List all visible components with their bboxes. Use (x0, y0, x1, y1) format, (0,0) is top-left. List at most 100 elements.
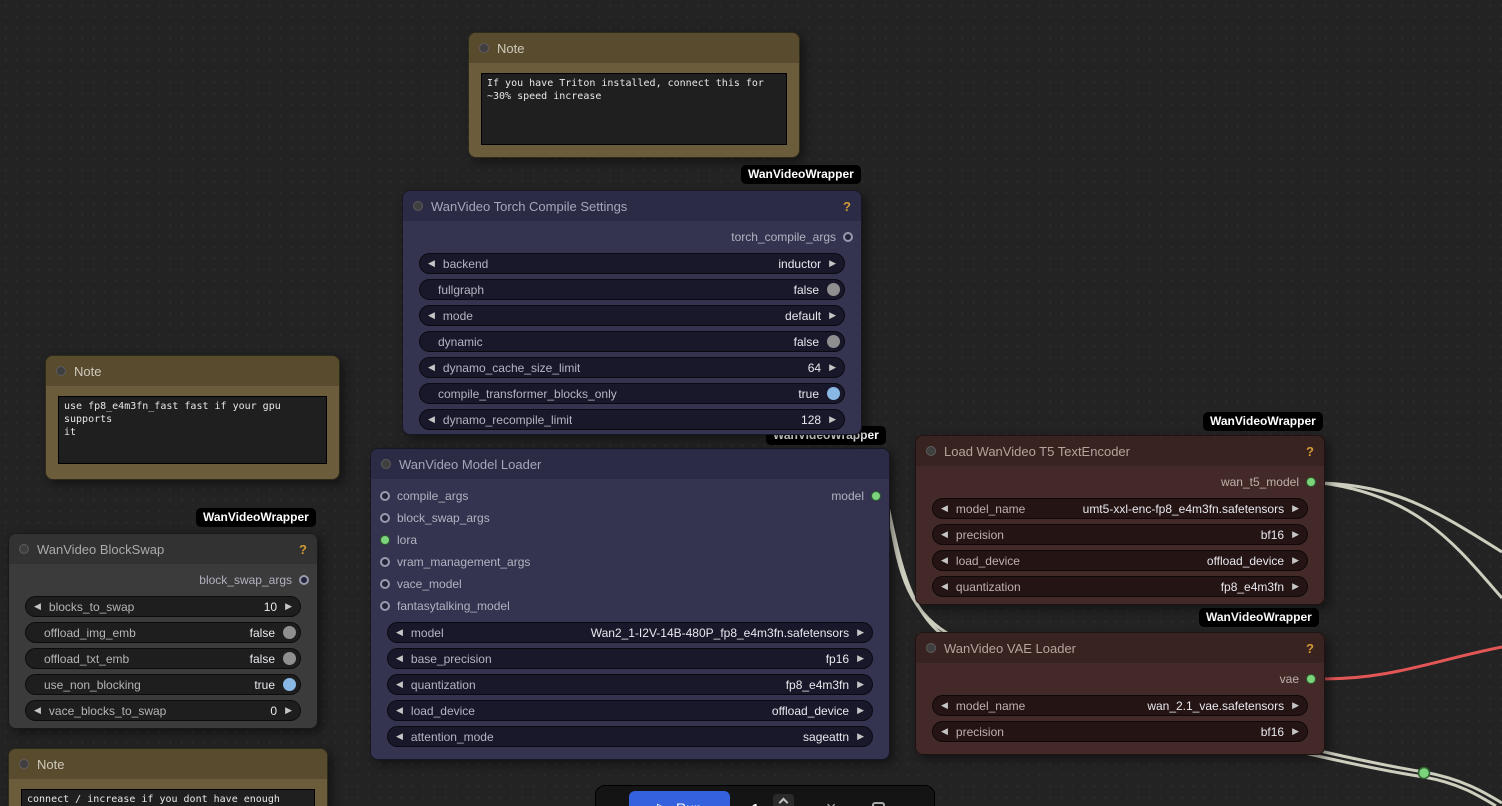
widget-vace_blocks_to_swap[interactable]: ◀ vace_blocks_to_swap 0 ▶ (25, 700, 301, 721)
collapse-dot-icon[interactable] (19, 544, 29, 554)
increment-arrow-icon[interactable]: ▶ (1292, 556, 1299, 565)
input-slot-vace_model[interactable]: vace_model (371, 573, 889, 595)
decrement-arrow-icon[interactable]: ◀ (396, 680, 403, 689)
widget-quantization[interactable]: ◀ quantization fp8_e4m3fn ▶ (387, 674, 873, 695)
toggle-dot[interactable] (283, 652, 296, 665)
close-icon[interactable]: × (826, 799, 837, 806)
node-header[interactable]: WanVideo Model Loader (371, 449, 889, 479)
output-slot-vae[interactable]: vae (916, 668, 1324, 690)
input-slot-lora[interactable]: lora (371, 529, 889, 551)
collapse-dot-icon[interactable] (413, 201, 423, 211)
widget-dynamo_recompile_limit[interactable]: ◀ dynamo_recompile_limit 128 ▶ (419, 409, 845, 430)
node-blockswap[interactable]: WanVideo BlockSwap ? block_swap_args ◀ bl… (8, 533, 318, 729)
collapse-dot-icon[interactable] (926, 446, 936, 456)
slot-dot[interactable] (380, 535, 390, 545)
node-model-loader[interactable]: WanVideo Model Loader compile_args block_… (370, 448, 890, 760)
decrement-arrow-icon[interactable]: ◀ (428, 259, 435, 268)
widget-quantization[interactable]: ◀ quantization fp8_e4m3fn ▶ (932, 576, 1308, 597)
widget-dynamo_cache_size_limit[interactable]: ◀ dynamo_cache_size_limit 64 ▶ (419, 357, 845, 378)
widget-use_non_blocking[interactable]: use_non_blocking true (25, 674, 301, 695)
decrement-arrow-icon[interactable]: ◀ (428, 311, 435, 320)
note-node-triton[interactable]: Note If you have Triton installed, conne… (468, 32, 800, 158)
slot-dot[interactable] (380, 601, 390, 611)
increment-arrow-icon[interactable]: ▶ (1292, 582, 1299, 591)
note-node-gpu[interactable]: Note use fp8_e4m3fn_fast fast if your gp… (45, 355, 340, 480)
node-t5-textencoder[interactable]: Load WanVideo T5 TextEncoder ? wan_t5_mo… (915, 435, 1325, 605)
decrement-arrow-icon[interactable]: ◀ (941, 727, 948, 736)
slot-dot[interactable] (871, 491, 881, 501)
node-graph-canvas[interactable]: WanVideoWrapper WanVideoWrapper WanVideo… (0, 0, 1502, 806)
widget-mode[interactable]: ◀ mode default ▶ (419, 305, 845, 326)
widget-backend[interactable]: ◀ backend inductor ▶ (419, 253, 845, 274)
widget-precision[interactable]: ◀ precision bf16 ▶ (932, 721, 1308, 742)
decrement-arrow-icon[interactable]: ◀ (941, 556, 948, 565)
widget-compile_transformer_blocks_only[interactable]: compile_transformer_blocks_only true (419, 383, 845, 404)
decrement-arrow-icon[interactable]: ◀ (34, 602, 41, 611)
decrement-arrow-icon[interactable]: ◀ (428, 363, 435, 372)
node-header[interactable]: WanVideo Torch Compile Settings ? (403, 191, 861, 221)
queue-count[interactable]: 1 (752, 801, 759, 806)
increment-arrow-icon[interactable]: ▶ (829, 415, 836, 424)
decrement-arrow-icon[interactable]: ◀ (396, 628, 403, 637)
widget-model_name[interactable]: ◀ model_name wan_2.1_vae.safetensors ▶ (932, 695, 1308, 716)
node-header[interactable]: WanVideo BlockSwap ? (9, 534, 317, 564)
decrement-arrow-icon[interactable]: ◀ (396, 706, 403, 715)
output-slot-model[interactable]: model (371, 485, 889, 507)
collapse-dot-icon[interactable] (479, 43, 489, 53)
output-slot-wan_t5_model[interactable]: wan_t5_model (916, 471, 1324, 493)
toggle-dot[interactable] (283, 678, 296, 691)
slot-dot[interactable] (1306, 477, 1316, 487)
slot-dot[interactable] (843, 232, 853, 242)
decrement-arrow-icon[interactable]: ◀ (34, 706, 41, 715)
help-icon[interactable]: ? (299, 542, 307, 557)
decrement-arrow-icon[interactable]: ◀ (941, 530, 948, 539)
widget-model_name[interactable]: ◀ model_name umt5-xxl-enc-fp8_e4m3fn.safet… (932, 498, 1308, 519)
increment-arrow-icon[interactable]: ▶ (857, 680, 864, 689)
collapse-dot-icon[interactable] (926, 643, 936, 653)
widget-offload_img_emb[interactable]: offload_img_emb false (25, 622, 301, 643)
help-icon[interactable]: ? (1306, 641, 1314, 656)
increment-arrow-icon[interactable]: ▶ (829, 311, 836, 320)
note-header[interactable]: Note (9, 749, 327, 779)
increment-arrow-icon[interactable]: ▶ (829, 363, 836, 372)
increment-arrow-icon[interactable]: ▶ (857, 732, 864, 741)
widget-load_device[interactable]: ◀ load_device offload_device ▶ (387, 700, 873, 721)
increment-arrow-icon[interactable]: ▶ (1292, 727, 1299, 736)
node-header[interactable]: WanVideo VAE Loader ? (916, 633, 1324, 663)
input-slot-vram_management_args[interactable]: vram_management_args (371, 551, 889, 573)
output-slot-torch_compile_args[interactable]: torch_compile_args (403, 226, 861, 248)
toggle-dot[interactable] (827, 387, 840, 400)
decrement-arrow-icon[interactable]: ◀ (396, 732, 403, 741)
slot-dot[interactable] (380, 579, 390, 589)
toggle-dot[interactable] (827, 335, 840, 348)
slot-dot[interactable] (299, 575, 309, 585)
output-slot-block_swap_args[interactable]: block_swap_args (9, 569, 317, 591)
decrement-arrow-icon[interactable]: ◀ (941, 701, 948, 710)
input-slot-block_swap_args[interactable]: block_swap_args (371, 507, 889, 529)
slot-dot[interactable] (380, 557, 390, 567)
increment-arrow-icon[interactable]: ▶ (285, 602, 292, 611)
toggle-dot[interactable] (283, 626, 296, 639)
collapse-dot-icon[interactable] (19, 759, 29, 769)
collapse-dot-icon[interactable] (381, 459, 391, 469)
run-toolbar[interactable]: ▷ Run 1 × (595, 785, 935, 806)
input-slot-fantasytalking_model[interactable]: fantasytalking_model (371, 595, 889, 617)
reroute-dot[interactable] (1417, 766, 1431, 780)
widget-fullgraph[interactable]: fullgraph false (419, 279, 845, 300)
decrement-arrow-icon[interactable]: ◀ (428, 415, 435, 424)
node-header[interactable]: Load WanVideo T5 TextEncoder ? (916, 436, 1324, 466)
queue-stepper[interactable] (772, 793, 794, 806)
widget-blocks_to_swap[interactable]: ◀ blocks_to_swap 10 ▶ (25, 596, 301, 617)
note-node-vram[interactable]: Note connect / increase if you dont have… (8, 748, 328, 806)
decrement-arrow-icon[interactable]: ◀ (941, 504, 948, 513)
widget-offload_txt_emb[interactable]: offload_txt_emb false (25, 648, 301, 669)
increment-arrow-icon[interactable]: ▶ (857, 628, 864, 637)
increment-arrow-icon[interactable]: ▶ (857, 654, 864, 663)
widget-load_device[interactable]: ◀ load_device offload_device ▶ (932, 550, 1308, 571)
chevron-up-icon[interactable] (778, 797, 789, 806)
increment-arrow-icon[interactable]: ▶ (285, 706, 292, 715)
widget-precision[interactable]: ◀ precision bf16 ▶ (932, 524, 1308, 545)
note-header[interactable]: Note (469, 33, 799, 63)
collapse-dot-icon[interactable] (56, 366, 66, 376)
node-torch-compile-settings[interactable]: WanVideo Torch Compile Settings ? torch_… (402, 190, 862, 435)
